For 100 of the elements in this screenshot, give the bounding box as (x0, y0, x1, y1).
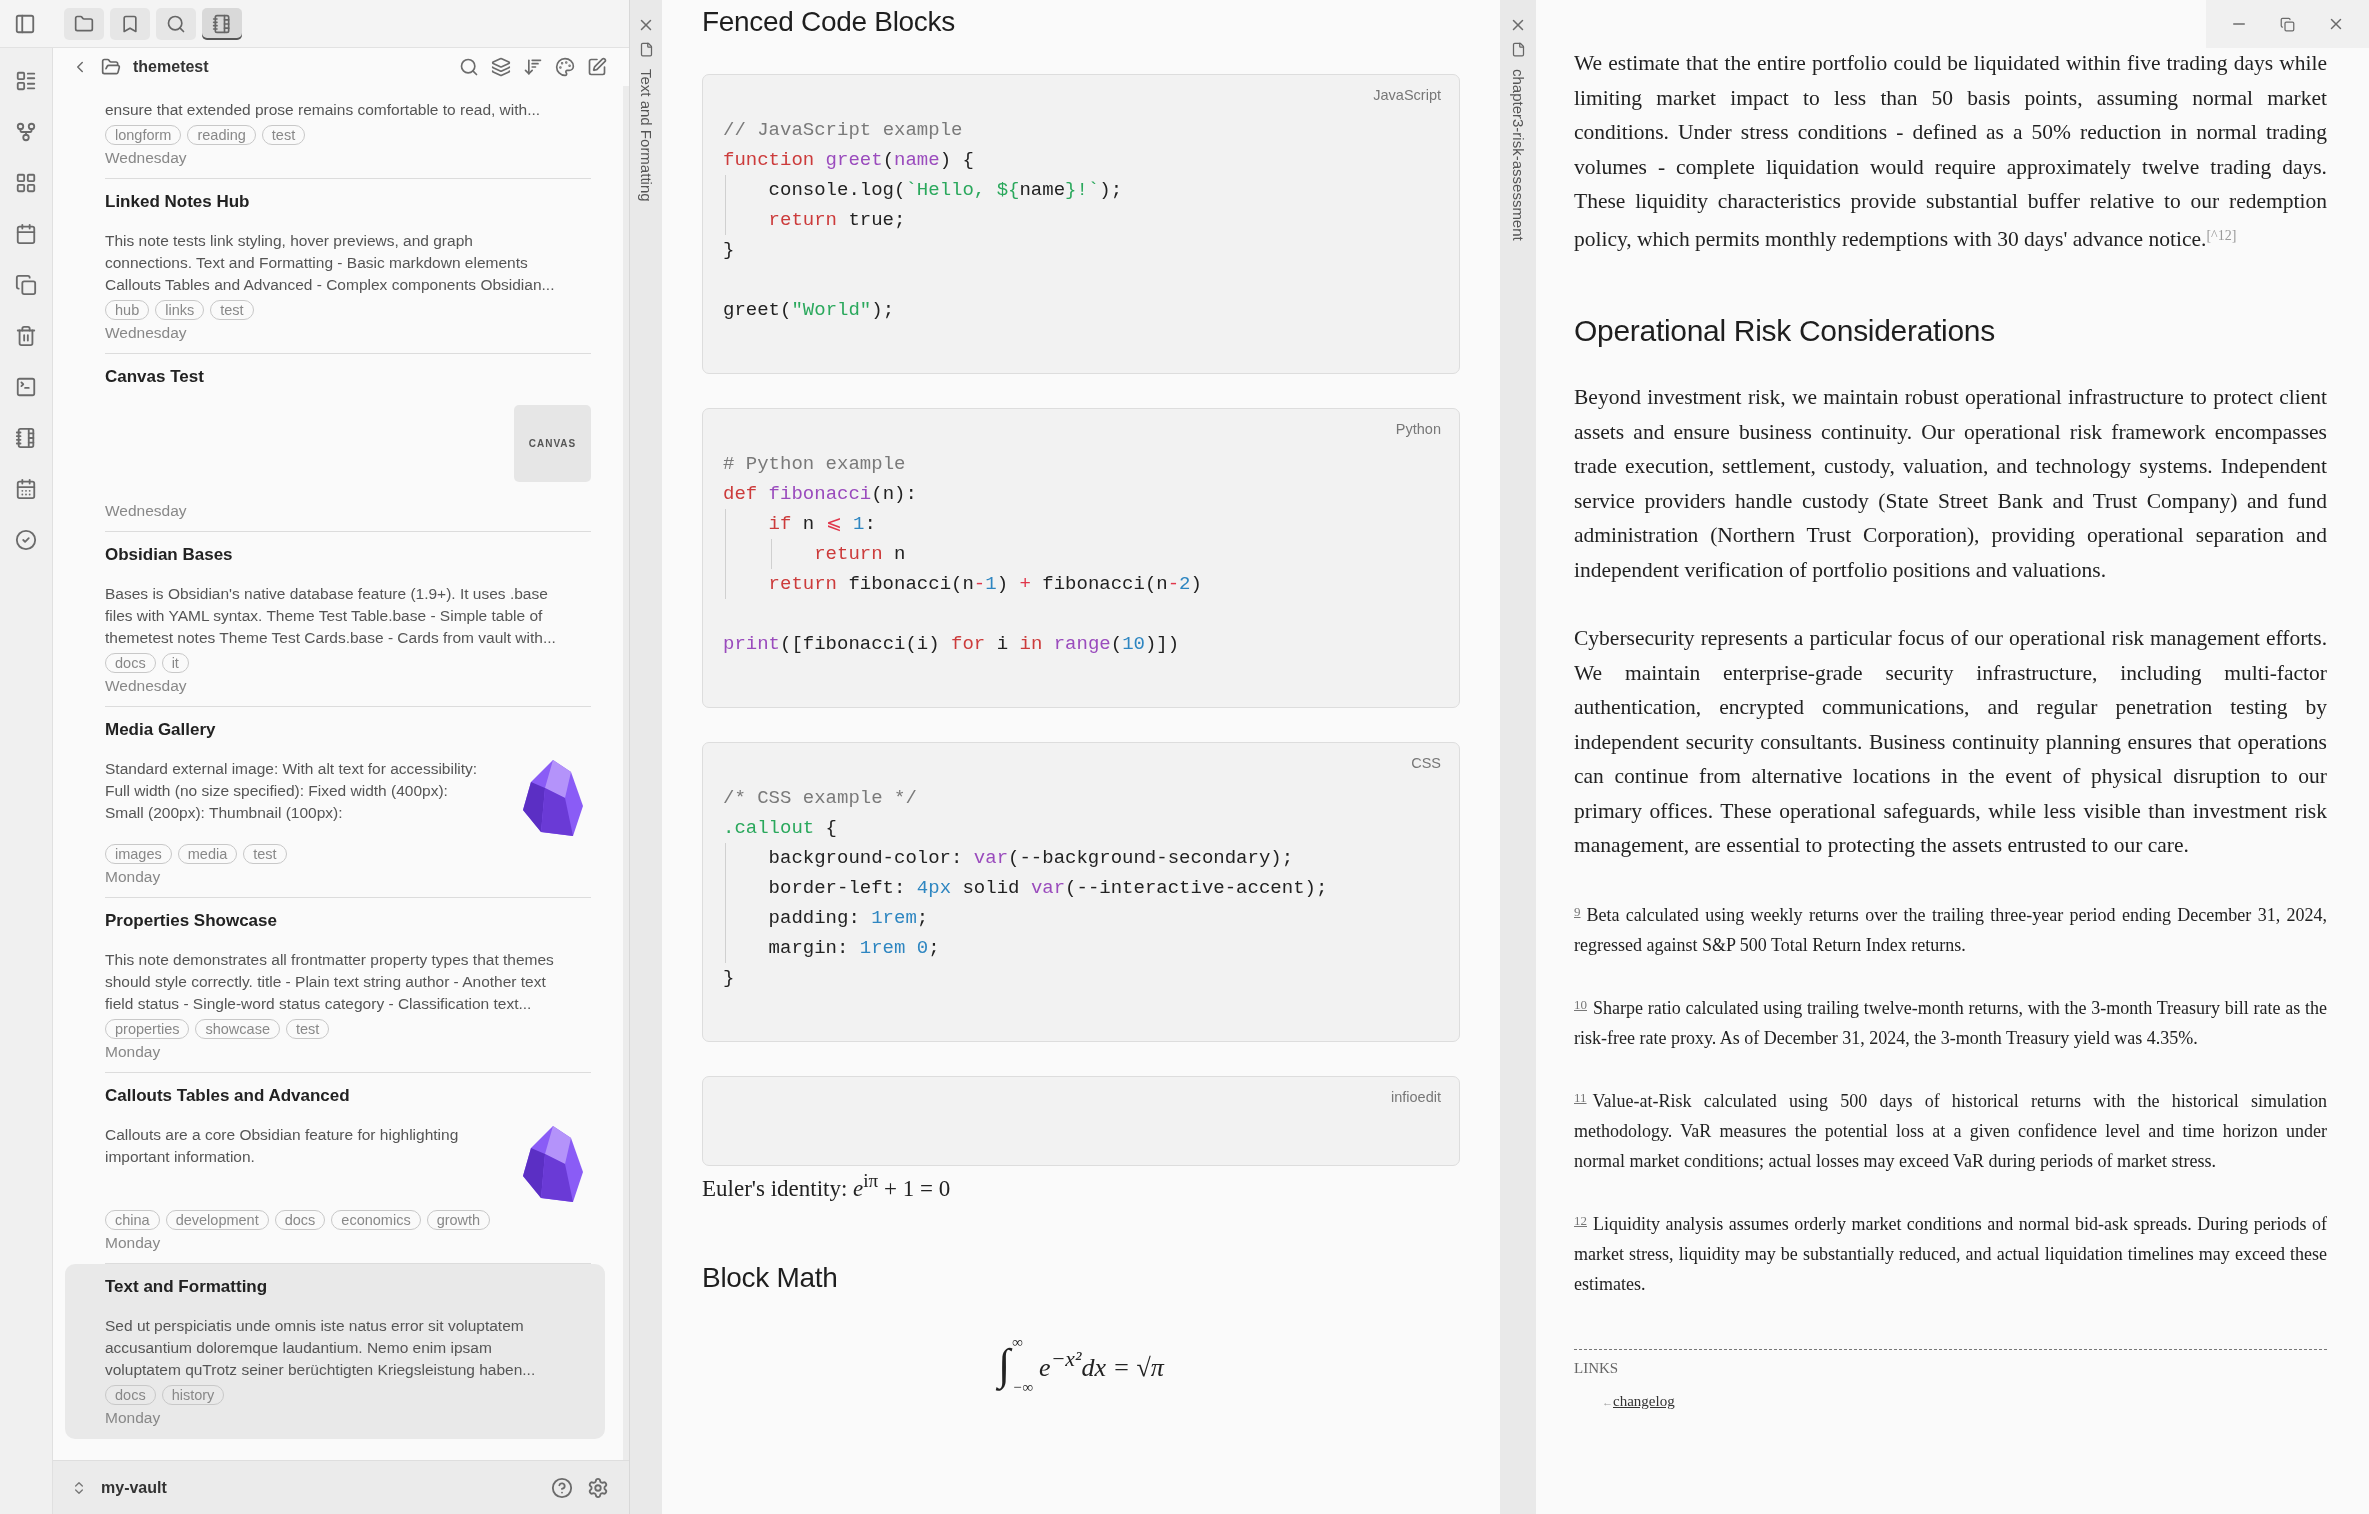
inline-math-text: Euler's identity: e$^{iπ}$ + 1 = 0 (702, 1170, 952, 1202)
note-item[interactable]: Callouts Tables and Advanced Callouts are a core Obsidian feature for highlighting important information. china development docs economics growth Monday (65, 1073, 605, 1264)
code-language-label: infioedit (1390, 1089, 1441, 1105)
note-excerpt: This note tests link styling, hover previews, and graph connections. Text and Formatting - Basic markdown elements Callouts Tables and Advanced - Complex components Obsidian... (105, 231, 556, 295)
note-excerpt: Bases is Obsidian's native database feature (1.9+). It uses .base files with YAML syntax. Theme Test Table.base - Simple table of themetest notes Theme Test Cards.base - Cards from vault with... (105, 584, 557, 648)
file-icon (638, 42, 654, 57)
sidebar-tab[interactable] (110, 7, 150, 40)
note-title: Obsidian Bases (105, 545, 234, 565)
note-title: Linked Notes Hub (105, 192, 251, 212)
footnote: $^{10}$ Sharpe ratio calculated using trailing twelve-month returns, with the 3-month Treasury bill rate as the risk-free rate proxy. As of December 31, 2024, the 3-month Treasury yield was 4.35%. (1574, 995, 2327, 1050)
search-icon (166, 13, 186, 34)
sort-icon[interactable] (523, 57, 543, 77)
note-date: Monday (105, 1234, 162, 1252)
note-date: Wednesday (105, 324, 188, 342)
note-title: Canvas Test (105, 367, 205, 387)
sidebar-toggle-icon[interactable] (14, 12, 36, 35)
help-icon[interactable] (551, 1476, 573, 1499)
body-paragraph: Cybersecurity represents a particular focus of our operational risk management efforts. We maintain enterprise-grade security infrastructure, including multi-factor authentication, encrypted communications, and regular penetration testing by independent security consultants. Business continuity planning ensures that operations can continue from alternative locations in the event of physical disruption to our primary offices. These operational safeguards, while less visible than investment risk management, are essential to protecting the assets entrusted to our care. (1574, 625, 2327, 859)
footnote-link[interactable]: 9 (1574, 903, 1581, 919)
note-date: Wednesday (105, 149, 188, 167)
note-date: Monday (105, 868, 162, 886)
graph-icon[interactable] (15, 121, 37, 143)
restore-icon[interactable] (2280, 16, 2295, 32)
list-icon[interactable] (15, 70, 37, 92)
note-date: Wednesday (105, 502, 188, 520)
note-date: Monday (105, 1043, 162, 1061)
body-paragraph: Beyond investment risk, we maintain robust operational infrastructure to protect client assets and ensure business continuity. Our operational risk framework encompasses trade execution, settlement, custody, valuation, and technology systems. Independent service providers handle custody (State Street Bank and Trust Company) and fund administration (Northern Trust Corporation), providing operational separation and independent verification of portfolio positions and valuations. (1574, 384, 2327, 584)
code-line: if n ⩽ 1: (768, 512, 877, 537)
footnote-link[interactable]: 10 (1574, 996, 1587, 1012)
folder-name: themetest (133, 58, 210, 76)
grid-icon[interactable] (15, 172, 37, 194)
new-note-icon[interactable] (587, 57, 607, 77)
calendar-icon[interactable] (15, 223, 37, 245)
trash-icon[interactable] (15, 325, 37, 347)
tab-title[interactable]: chapter3-risk-assessment (1509, 69, 1527, 241)
code-line: return n (814, 542, 907, 567)
footnote: $^{12}$ Liquidity analysis assumes orderly market conditions and normal bid-ask spreads. During periods of market stress, liquidity may be substantially reduced, and actual liquidation timelines may exceed these estimates. (1574, 1211, 2327, 1296)
terminal-icon[interactable] (15, 376, 37, 398)
code-line: function greet(name) { (723, 148, 975, 173)
note-excerpt: Standard external image: With alt text for accessibility: Full width (no size specified): Fixed width (400px): Small (200px): Thumbnail (100px): (105, 759, 479, 823)
section-heading: Operational Risk Considerations (1574, 314, 1996, 348)
file-icon (1510, 42, 1526, 57)
sidebar-tab[interactable] (202, 7, 242, 40)
code-line: .callout { (723, 816, 839, 841)
code-line: padding: 1rem; (768, 906, 930, 931)
code-language-label: Python (1394, 421, 1441, 437)
footnote-link[interactable]: 11 (1574, 1089, 1587, 1105)
note-item[interactable]: Canvas Test CANVAS Wednesday (65, 354, 605, 532)
code-line: } (723, 966, 736, 991)
bookmark-icon (120, 13, 140, 34)
code-line: margin: 1rem 0; (768, 936, 941, 961)
footnote-link[interactable]: 12 (1574, 1212, 1587, 1228)
note-excerpt: Sed ut perspiciatis unde omnis iste natus error sit voluptatem accusantium doloremque laudantium. Nemo enim ipsam voluptatem quTrotz seiner berüchtigten Kriegsleistung haben... (105, 1316, 537, 1380)
code-line: } (723, 238, 736, 263)
code-line: background-color: var(--background-secondary); (768, 846, 1295, 871)
folder-icon (74, 13, 94, 34)
note-date: Wednesday (105, 677, 188, 695)
code-line: print([fibonacci(i) for i in range(10)]) (723, 632, 1181, 657)
body-paragraph: We estimate that the entire portfolio could be liquidated within five trading days while limiting market impact to less than 50 basis points, assuming normal market conditions. Under stress conditions - defined as a 50% reduction in normal trading volumes - complete liquidation would require approximately twelve trading days. These liquidity characteristics provide substantial buffer relative to our redemption policy, which permits monthly redemptions with 30 days' advance notice.$^{[^12]}$ (1574, 50, 2327, 253)
settings-icon[interactable] (587, 1476, 609, 1499)
note-title: Callouts Tables and Advanced (105, 1086, 351, 1106)
footnote: $^{11}$ Value-at-Risk calculated using 500 days of historical returns with the historical simulation methodology. VaR measures the potential loss at a given confidence level and time horizon under normal market conditions; actual losses may exceed VaR during periods of market stress. (1574, 1088, 2327, 1173)
section-heading: Fenced Code Blocks (702, 6, 956, 38)
layers-icon[interactable] (491, 57, 511, 77)
code-line: # Python example (723, 452, 907, 477)
section-heading: Block Math (702, 1261, 839, 1294)
note-excerpt: Callouts are a core Obsidian feature for highlighting important information. (105, 1125, 460, 1167)
code-language-label: CSS (1410, 755, 1441, 771)
copy-icon[interactable] (15, 274, 37, 296)
canvas-thumbnail: CANVAS (514, 405, 591, 482)
backlink-arrow: ← (1602, 1395, 1613, 1408)
note-item[interactable]: Media Gallery Standard external image: With alt text for accessibility: Full width (no size specified): Fixed width (400px): Small (200px): Thumbnail (100px): images media test Monday (65, 707, 605, 898)
code-language-label: JavaScript (1372, 87, 1441, 103)
note-date: Monday (105, 1409, 162, 1427)
code-line: def fibonacci(n): (723, 482, 918, 507)
note-excerpt: This note demonstrates all frontmatter property types that themes should style correctly. title - Plain text string author - Another text field status - Single-word status category - Classification text... (105, 950, 555, 1014)
sidebar-tab[interactable] (156, 7, 196, 40)
sidebar-tab[interactable] (64, 7, 104, 40)
code-line: border-left: 4px solid var(--interactive-accent); (768, 876, 1329, 901)
notebook-icon (212, 13, 232, 34)
check-circle-icon[interactable] (15, 529, 37, 551)
links-label: LINKS (1574, 1359, 1620, 1377)
tab-title[interactable]: Text and Formatting (637, 69, 655, 202)
code-line: // JavaScript example (723, 118, 964, 143)
folder-icon (101, 57, 121, 77)
note-title: Text and Formatting (105, 1277, 269, 1297)
note-title: Properties Showcase (105, 911, 278, 931)
backlink[interactable]: changelog (1613, 1392, 1675, 1410)
notebook-icon[interactable] (15, 427, 37, 449)
code-line: return true; (768, 208, 907, 233)
calendar-icon[interactable] (15, 478, 37, 500)
code-line: console.log(`Hello, ${name}!`); (768, 178, 1124, 203)
code-line: /* CSS example */ (723, 786, 918, 811)
note-excerpt: ensure that extended prose remains comfortable to read, with... (105, 100, 542, 120)
code-line: return fibonacci(n-1) + fibonacci(n-2) (768, 572, 1203, 597)
note-item[interactable] (65, 1264, 605, 1439)
note-title: Media Gallery (105, 720, 217, 740)
footnote: $^{9}$ Beta calculated using weekly returns over the trailing three-year period ending December 31, 2024, regressed against S&P 500 Total Return Index returns. (1574, 902, 2327, 957)
search-icon[interactable] (459, 57, 479, 77)
palette-icon[interactable] (555, 57, 575, 77)
